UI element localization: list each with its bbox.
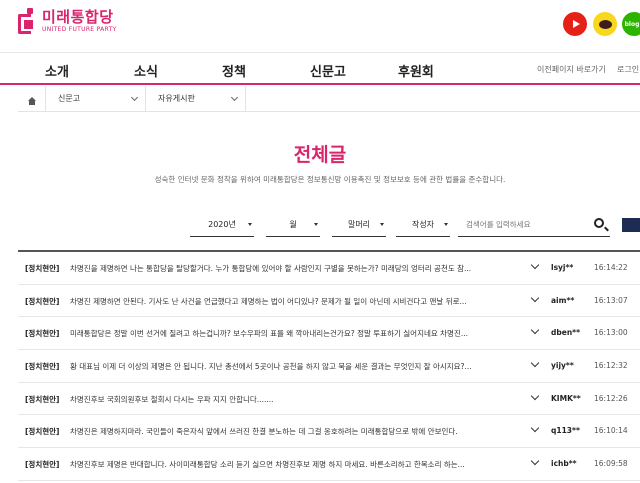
- breadcrumb-label: 자유게시판: [158, 94, 195, 103]
- logo-korean-text: 미래통합당: [42, 7, 114, 26]
- dropdown-arrow-icon: [248, 223, 252, 226]
- page-title: 전체글: [293, 144, 347, 166]
- search-box: [458, 212, 610, 237]
- chevron-down-icon[interactable]: [530, 424, 540, 433]
- dropdown-arrow-icon: [380, 223, 384, 226]
- dropdown-arrow-icon: [314, 223, 318, 226]
- top-header: 미래통합당 UNITED FUTURE PARTY blog: [0, 0, 640, 52]
- breadcrumb-label: 신문고: [58, 94, 81, 103]
- kakaotalk-icon[interactable]: [593, 12, 617, 36]
- youtube-icon[interactable]: [563, 12, 587, 36]
- list-item[interactable]: [정치현안] 차명진은 제명하지마라. 국민들이 죽은자식 앞에서 쓰러진 한결…: [18, 415, 640, 449]
- list-item[interactable]: [정치현안] 미래통합당은 정말 이번 선거에 질려고 하는겁니까? 보수우파의…: [18, 317, 640, 351]
- search-icon[interactable]: [594, 218, 604, 228]
- login-link[interactable]: 로그인: [617, 64, 639, 75]
- nav-item-intro[interactable]: 소개: [45, 61, 69, 80]
- post-time: 16:10:14: [594, 426, 628, 436]
- main-nav: 소개 소식 정책 신문고 후원회 이전페이지 바로가기 로그인: [0, 52, 640, 85]
- post-author: dben**: [551, 328, 581, 338]
- post-title[interactable]: 차명진 제명하면 안된다. 기사도 난 사건을 언급했다고 제명하는 법이 어디…: [70, 296, 500, 307]
- nav-item-policy[interactable]: 정책: [222, 61, 246, 80]
- post-time: 16:12:32: [594, 361, 628, 371]
- chevron-down-icon: [230, 93, 239, 102]
- page-description: 성숙한 인터넷 문화 정착을 위하여 미래통합당은 정보통신망 이용촉진 및 정…: [154, 175, 506, 184]
- post-category: [정치현안]: [25, 460, 60, 470]
- chevron-down-icon[interactable]: [530, 293, 540, 302]
- post-title[interactable]: 미래통합당은 정말 이번 선거에 질려고 하는겁니까? 보수우파의 표를 왜 깍…: [70, 328, 500, 339]
- post-category: [정치현안]: [25, 264, 60, 273]
- chevron-down-icon[interactable]: [530, 260, 540, 270]
- chevron-down-icon[interactable]: [530, 391, 540, 400]
- breadcrumb-select-board-group[interactable]: 신문고: [46, 86, 146, 111]
- post-title[interactable]: 차명진후보 제명은 반대합니다. 사이미래통합당 소리 듣기 싫으면 차명진후보…: [70, 459, 500, 470]
- post-author: aim**: [551, 295, 575, 305]
- post-author: lsyj**: [551, 263, 574, 272]
- nav-item-petition[interactable]: 신문고: [310, 61, 346, 80]
- chevron-down-icon[interactable]: [530, 326, 540, 335]
- logo-english-text: UNITED FUTURE PARTY: [42, 25, 117, 33]
- list-item[interactable]: [정치현안] 차명진을 제명하면 나는 통합당을 탈당할거다. 누가 통합당에 …: [18, 252, 640, 285]
- blog-icon[interactable]: blog: [622, 12, 640, 36]
- post-list: [정치현안] 차명진을 제명하면 나는 통합당을 탈당할거다. 누가 통합당에 …: [18, 250, 640, 481]
- write-button[interactable]: [622, 218, 640, 232]
- post-category: [정치현안]: [25, 362, 60, 372]
- post-author: ichb**: [551, 459, 577, 469]
- chevron-down-icon: [130, 93, 139, 102]
- post-time: 16:09:58: [594, 459, 628, 469]
- post-time: 16:13:07: [594, 295, 628, 305]
- search-input[interactable]: [458, 212, 578, 237]
- list-item[interactable]: [정치현안] 차명진후보 국회의원후보 철회시 다시는 우파 지지 안합니다..…: [18, 383, 640, 416]
- post-time: 16:12:26: [594, 393, 628, 403]
- chevron-down-icon[interactable]: [530, 456, 540, 466]
- post-title[interactable]: 황 대표님 이제 더 이상의 제명은 안 됩니다. 지난 총선에서 5곳이나 공…: [70, 361, 500, 372]
- post-author: KIMK**: [551, 393, 581, 403]
- breadcrumb: 신문고 자유게시판: [18, 86, 640, 112]
- month-select[interactable]: 월: [266, 212, 320, 237]
- chevron-down-icon[interactable]: [530, 358, 540, 368]
- list-item[interactable]: [정치현안] 황 대표님 이제 더 이상의 제명은 안 됩니다. 지난 총선에서…: [18, 350, 640, 383]
- post-title[interactable]: 차명진은 제명하지마라. 국민들이 죽은자식 앞에서 쓰러진 한결 분노하는 데…: [70, 426, 500, 437]
- dropdown-arrow-icon: [444, 223, 448, 226]
- party-logo[interactable]: 미래통합당 UNITED FUTURE PARTY: [18, 8, 117, 34]
- nav-item-news[interactable]: 소식: [134, 61, 158, 80]
- post-title[interactable]: 차명진후보 국회의원후보 철회시 다시는 우파 지지 안합니다.......: [70, 394, 500, 405]
- home-icon[interactable]: [18, 86, 46, 111]
- post-title[interactable]: 차명진을 제명하면 나는 통합당을 탈당할거다. 누가 통합당에 있어야 할 사…: [70, 263, 500, 274]
- list-item[interactable]: [정치현안] 차명진후보 제명은 반대합니다. 사이미래통합당 소리 듣기 싫으…: [18, 448, 640, 481]
- post-time: 16:13:00: [594, 328, 628, 338]
- post-author: q113**: [551, 426, 580, 436]
- logo-mark-icon: [18, 8, 38, 34]
- nav-item-support[interactable]: 후원회: [398, 61, 434, 80]
- post-author: yijy**: [551, 361, 574, 371]
- post-category: [정치현안]: [25, 329, 60, 339]
- prev-page-link[interactable]: 이전페이지 바로가기: [537, 64, 606, 75]
- list-item[interactable]: [정치현안] 차명진 제명하면 안된다. 기사도 난 사건을 언급했다고 제명하…: [18, 285, 640, 318]
- search-type-select[interactable]: 작성자: [396, 212, 450, 237]
- category-select[interactable]: 말머리: [332, 212, 386, 237]
- year-select[interactable]: 2020년: [190, 212, 254, 237]
- post-time: 16:14:22: [594, 263, 628, 272]
- post-category: [정치현안]: [25, 296, 60, 306]
- breadcrumb-select-board[interactable]: 자유게시판: [146, 86, 246, 111]
- post-category: [정치현안]: [25, 394, 60, 404]
- post-category: [정치현안]: [25, 427, 60, 437]
